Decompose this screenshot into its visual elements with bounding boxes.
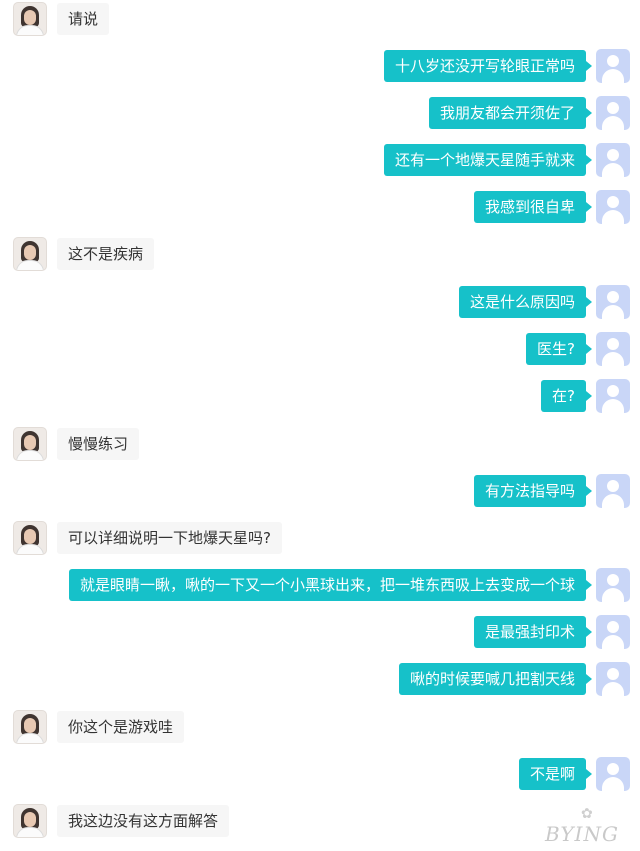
watermark-logo: ✿ BYING	[543, 806, 635, 848]
user-message: 不是啊	[0, 757, 640, 793]
doctor-avatar[interactable]	[13, 804, 47, 838]
doctor-message: 你这个是游戏哇	[0, 710, 640, 746]
user-message: 有方法指导吗	[0, 474, 640, 510]
doctor-avatar[interactable]	[13, 427, 47, 461]
user-message: 十八岁还没开写轮眼正常吗	[0, 49, 640, 85]
user-message: 是最强封印术	[0, 615, 640, 651]
watermark-text: BYING	[545, 822, 619, 846]
user-avatar[interactable]	[596, 474, 630, 508]
user-avatar[interactable]	[596, 757, 630, 791]
doctor-message-bubble[interactable]: 可以详细说明一下地爆天星吗?	[57, 522, 282, 554]
user-message-bubble[interactable]: 啾的时候要喊几把割天线	[398, 663, 593, 695]
user-message-bubble[interactable]: 十八岁还没开写轮眼正常吗	[383, 50, 593, 82]
user-message-bubble[interactable]: 有方法指导吗	[473, 475, 593, 507]
doctor-avatar[interactable]	[13, 710, 47, 744]
user-message: 医生?	[0, 332, 640, 368]
doctor-message-bubble[interactable]: 你这个是游戏哇	[57, 711, 185, 743]
doctor-message: 请说	[0, 2, 640, 38]
user-message-bubble[interactable]: 在?	[541, 380, 592, 412]
user-message-bubble[interactable]: 就是眼睛一瞅，啾的一下又一个小黑球出来，把一堆东西吸上去变成一个球	[68, 569, 593, 601]
user-message-bubble[interactable]: 不是啊	[518, 758, 593, 790]
user-avatar[interactable]	[596, 190, 630, 224]
user-message: 啾的时候要喊几把割天线	[0, 662, 640, 698]
doctor-message-bubble[interactable]: 我这边没有这方面解答	[57, 805, 230, 837]
user-avatar[interactable]	[596, 49, 630, 83]
doctor-message: 慢慢练习	[0, 427, 640, 463]
flower-icon: ✿	[581, 806, 593, 822]
doctor-message-bubble[interactable]: 请说	[57, 3, 110, 35]
user-message: 这是什么原因吗	[0, 285, 640, 321]
user-message: 在?	[0, 379, 640, 415]
doctor-message-bubble[interactable]: 慢慢练习	[57, 428, 140, 460]
user-message-bubble[interactable]: 这是什么原因吗	[458, 286, 593, 318]
doctor-avatar[interactable]	[13, 237, 47, 271]
user-message-bubble[interactable]: 还有一个地爆天星随手就来	[383, 144, 593, 176]
doctor-message-bubble[interactable]: 这不是疾病	[57, 238, 155, 270]
user-avatar[interactable]	[596, 615, 630, 649]
user-message-bubble[interactable]: 我朋友都会开须佐了	[428, 97, 593, 129]
user-message-bubble[interactable]: 我感到很自卑	[473, 191, 593, 223]
doctor-message: 这不是疾病	[0, 237, 640, 273]
doctor-avatar[interactable]	[13, 2, 47, 36]
user-message-bubble[interactable]: 是最强封印术	[473, 616, 593, 648]
user-message: 我感到很自卑	[0, 190, 640, 226]
user-message: 我朋友都会开须佐了	[0, 96, 640, 132]
doctor-message: 可以详细说明一下地爆天星吗?	[0, 521, 640, 557]
user-avatar[interactable]	[596, 96, 630, 130]
user-avatar[interactable]	[596, 143, 630, 177]
user-avatar[interactable]	[596, 332, 630, 366]
chat-message-list[interactable]: 请说十八岁还没开写轮眼正常吗我朋友都会开须佐了还有一个地爆天星随手就来我感到很自…	[0, 0, 640, 851]
user-message-bubble[interactable]: 医生?	[526, 333, 592, 365]
user-avatar[interactable]	[596, 662, 630, 696]
user-avatar[interactable]	[596, 379, 630, 413]
user-message: 还有一个地爆天星随手就来	[0, 143, 640, 179]
doctor-avatar[interactable]	[13, 521, 47, 555]
user-message: 就是眼睛一瞅，啾的一下又一个小黑球出来，把一堆东西吸上去变成一个球	[0, 568, 640, 604]
user-avatar[interactable]	[596, 285, 630, 319]
user-avatar[interactable]	[596, 568, 630, 602]
